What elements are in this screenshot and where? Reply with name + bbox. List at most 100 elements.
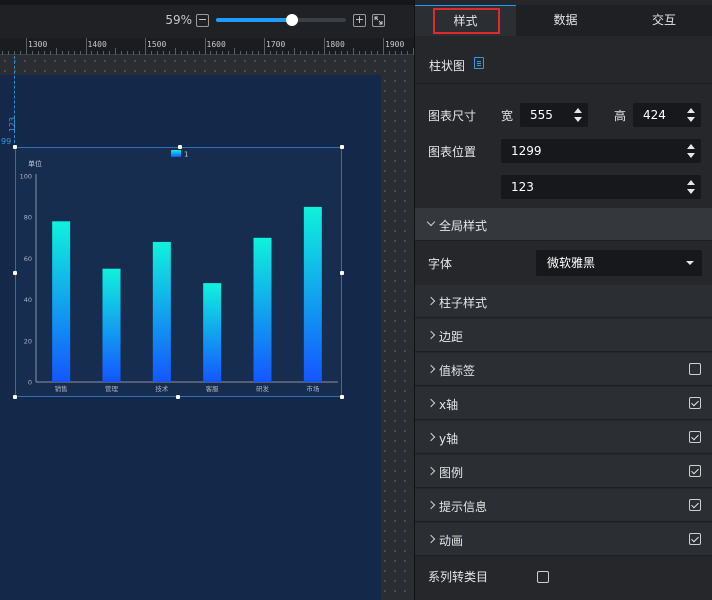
chevron-right-icon xyxy=(426,500,436,510)
ruler-tick xyxy=(180,51,182,55)
resize-handle-top[interactable] xyxy=(178,145,182,149)
x-tick-label: 管理 xyxy=(105,384,119,393)
ruler-tick xyxy=(43,51,45,55)
ruler-tick xyxy=(228,51,230,55)
ruler-label: 1500 xyxy=(147,40,167,49)
section-animation[interactable]: 动画 xyxy=(415,523,712,556)
y-tick-label: 20 xyxy=(24,337,32,345)
ruler-tick xyxy=(353,48,355,55)
height-input[interactable]: 424 xyxy=(633,103,701,127)
section-y-axis[interactable]: y轴 xyxy=(415,421,712,454)
resize-handle-bottom[interactable] xyxy=(176,395,180,399)
ruler-tick xyxy=(258,51,260,55)
ruler-tick xyxy=(400,51,402,55)
resize-handle-left[interactable] xyxy=(13,271,17,275)
ruler-tick xyxy=(174,48,176,55)
font-select[interactable]: 微软雅黑 xyxy=(536,250,702,276)
width-input[interactable]: 555 xyxy=(520,103,588,127)
section-margin[interactable]: 边距 xyxy=(415,319,712,352)
ruler-tick xyxy=(299,51,301,55)
section-bar-style[interactable]: 柱子样式 xyxy=(415,285,712,318)
legend-checkbox[interactable] xyxy=(689,465,701,477)
position-x-stepper-icon[interactable] xyxy=(687,144,695,158)
ruler-label: 1300 xyxy=(28,40,48,49)
ruler-tick xyxy=(85,38,87,55)
document-icon[interactable] xyxy=(474,57,484,69)
ruler-label: 1400 xyxy=(87,40,107,49)
ruler-tick xyxy=(269,51,271,55)
resize-handle-bottom-right[interactable] xyxy=(340,395,344,399)
ruler-tick xyxy=(14,51,16,55)
ruler-tick xyxy=(8,51,10,55)
chevron-down-icon xyxy=(426,217,436,227)
ruler-tick xyxy=(121,51,123,55)
section-value-label[interactable]: 值标签 xyxy=(415,353,712,386)
ruler-label: 1800 xyxy=(325,40,345,49)
ruler-tick xyxy=(103,51,105,55)
bar xyxy=(52,221,71,382)
chevron-right-icon xyxy=(426,534,436,544)
width-stepper-icon[interactable] xyxy=(574,108,582,122)
zoom-in-button[interactable]: + xyxy=(353,14,366,27)
resize-handle-right[interactable] xyxy=(340,271,344,275)
properties-panel: 样式 数据 交互 柱状图 图表尺寸 宽 555 高 424 图表位置 1299 … xyxy=(414,0,712,600)
series-to-category-checkbox[interactable] xyxy=(537,571,549,583)
animation-checkbox[interactable] xyxy=(689,533,701,545)
ruler-tick xyxy=(293,48,295,55)
x-tick-label: 技术 xyxy=(155,384,169,393)
ruler-tick xyxy=(115,48,117,55)
component-title: 柱状图 xyxy=(429,59,466,73)
position-y-input[interactable]: 123 xyxy=(501,175,701,199)
bar-chart-component[interactable]: 单位 0 20 40 60 80 100 销售 管理 技术 客服 研发 市场 1 xyxy=(15,147,342,397)
ruler-label: 1600 xyxy=(206,40,226,49)
ruler-tick xyxy=(377,51,379,55)
ruler-tick xyxy=(61,51,63,55)
zoom-out-button[interactable]: − xyxy=(196,14,209,27)
ruler-tick xyxy=(234,48,236,55)
ruler-tick xyxy=(281,51,283,55)
position-y-stepper-icon[interactable] xyxy=(687,180,695,194)
ruler-tick xyxy=(204,38,206,55)
zoom-slider-knob[interactable] xyxy=(286,14,298,26)
ruler-tick xyxy=(388,51,390,55)
tooltip-checkbox[interactable] xyxy=(689,499,701,511)
x-tick-label: 研发 xyxy=(256,384,270,393)
ruler-tick xyxy=(55,48,57,55)
ruler-tick xyxy=(49,51,51,55)
bar-chart: 单位 0 20 40 60 80 100 销售 管理 技术 客服 研发 市场 1 xyxy=(20,150,338,393)
height-stepper-icon[interactable] xyxy=(687,108,695,122)
bar xyxy=(303,206,322,382)
resize-handle-top-right[interactable] xyxy=(340,145,344,149)
tab-interaction[interactable]: 交互 xyxy=(615,5,712,36)
section-x-axis[interactable]: x轴 xyxy=(415,387,712,420)
ruler-tick xyxy=(406,51,408,55)
section-global-style[interactable]: 全局样式 xyxy=(415,208,712,241)
ruler-tick xyxy=(97,51,99,55)
ruler-tick xyxy=(79,51,81,55)
resize-handle-top-left[interactable] xyxy=(13,145,17,149)
ruler-tick xyxy=(216,51,218,55)
bar xyxy=(152,241,171,382)
horizontal-ruler: 1300 1400 1500 1600 1700 1800 1900 xyxy=(0,38,414,55)
position-x-input[interactable]: 1299 xyxy=(501,139,701,163)
x-axis-checkbox[interactable] xyxy=(689,397,701,409)
ruler-label: 1700 xyxy=(266,40,286,49)
ruler-tick xyxy=(31,51,33,55)
section-tooltip[interactable]: 提示信息 xyxy=(415,489,712,522)
zoom-slider[interactable] xyxy=(216,14,346,26)
ruler-tick xyxy=(67,51,69,55)
ruler-tick xyxy=(329,51,331,55)
tab-data[interactable]: 数据 xyxy=(516,5,615,36)
fit-screen-icon[interactable] xyxy=(372,14,385,27)
ruler-tick xyxy=(383,38,384,55)
y-axis-checkbox[interactable] xyxy=(689,431,701,443)
section-legend[interactable]: 图例 xyxy=(415,455,712,488)
ruler-tick xyxy=(240,51,242,55)
chevron-right-icon xyxy=(426,466,436,476)
ruler-tick xyxy=(139,51,141,55)
ruler-tick xyxy=(222,51,224,55)
ruler-tick xyxy=(394,51,396,55)
resize-handle-bottom-left[interactable] xyxy=(13,395,17,399)
value-label-checkbox[interactable] xyxy=(689,363,701,375)
chevron-right-icon xyxy=(426,330,436,340)
